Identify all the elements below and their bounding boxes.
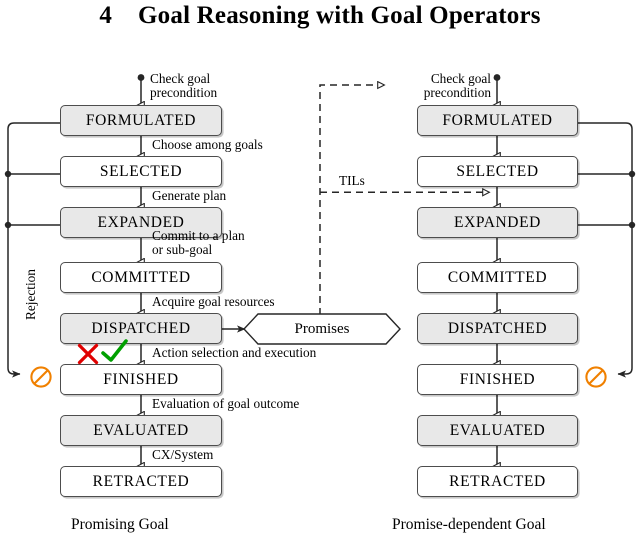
edge-label-check-precondition-left: Check goal precondition [150, 71, 218, 101]
state-label: FINISHED [103, 370, 179, 388]
state-label: RETRACTED [92, 472, 190, 490]
state-label: FORMULATED [442, 111, 553, 129]
section-heading-text: Goal Reasoning with Goal Operators [138, 2, 541, 29]
state-box-selected-right[interactable]: SELECTED [417, 156, 578, 187]
state-label: SELECTED [456, 162, 539, 180]
edge-label-choose-among-goals: Choose among goals [152, 137, 263, 152]
state-box-finished-left[interactable]: FINISHED [60, 364, 222, 395]
prohibition-icon-left [30, 366, 52, 388]
edge-label-commit-to-plan: Commit to a plan or sub-goal [152, 228, 245, 258]
edge-label-evaluation-outcome: Evaluation of goal outcome [152, 396, 300, 411]
state-box-dispatched-right[interactable]: DISPATCHED [417, 313, 578, 344]
state-label: DISPATCHED [91, 319, 191, 337]
state-label: RETRACTED [449, 472, 546, 490]
state-label: COMMITTED [447, 268, 548, 286]
red-x-icon [77, 343, 99, 365]
state-box-formulated-left[interactable]: FORMULATED [60, 105, 222, 136]
edge-label-generate-plan: Generate plan [152, 188, 227, 203]
green-check-icon [101, 339, 128, 362]
state-box-committed-right[interactable]: COMMITTED [417, 262, 578, 293]
state-label: SELECTED [99, 162, 183, 180]
state-box-retracted-right[interactable]: RETRACTED [417, 466, 578, 497]
state-label: FINISHED [459, 370, 536, 388]
state-label: EXPANDED [454, 213, 541, 231]
state-box-expanded-right[interactable]: EXPANDED [417, 207, 578, 238]
state-box-evaluated-right[interactable]: EVALUATED [417, 415, 578, 446]
state-box-selected-left[interactable]: SELECTED [60, 156, 222, 187]
edge-label-acquire-resources: Acquire goal resources [152, 294, 275, 309]
edge-label-check-precondition-right: Check goal precondition [423, 71, 491, 101]
state-label: EVALUATED [449, 421, 546, 439]
promises-label: Promises [294, 321, 350, 337]
column-caption-promise-dependent: Promise-dependent Goal [392, 516, 546, 533]
edge-label-cx-system: CX/System [152, 447, 214, 462]
state-box-committed-left[interactable]: COMMITTED [60, 262, 222, 293]
edge-label-action-selection: Action selection and execution [152, 345, 317, 360]
state-box-formulated-right[interactable]: FORMULATED [417, 105, 578, 136]
state-box-retracted-left[interactable]: RETRACTED [60, 466, 222, 497]
page-title: 4 Goal Reasoning with Goal Operators [0, 2, 640, 30]
column-caption-promising: Promising Goal [71, 516, 169, 533]
prohibition-icon-right [585, 366, 607, 388]
state-box-evaluated-left[interactable]: EVALUATED [60, 415, 222, 446]
state-box-dispatched-left[interactable]: DISPATCHED [60, 313, 222, 344]
state-label: FORMULATED [85, 111, 197, 129]
state-label: DISPATCHED [447, 319, 548, 337]
state-label: EVALUATED [93, 421, 189, 439]
state-label: COMMITTED [91, 268, 191, 286]
state-box-finished-right[interactable]: FINISHED [417, 364, 578, 395]
goal-lifecycle-diagram: FORMULATED SELECTED EXPANDED COMMITTED D… [0, 55, 640, 541]
tils-label: TILs [339, 173, 365, 188]
section-number: 4 [99, 2, 113, 29]
promises-node[interactable]: Promises [244, 314, 400, 345]
rejection-rail-label: Rejection [23, 269, 38, 320]
